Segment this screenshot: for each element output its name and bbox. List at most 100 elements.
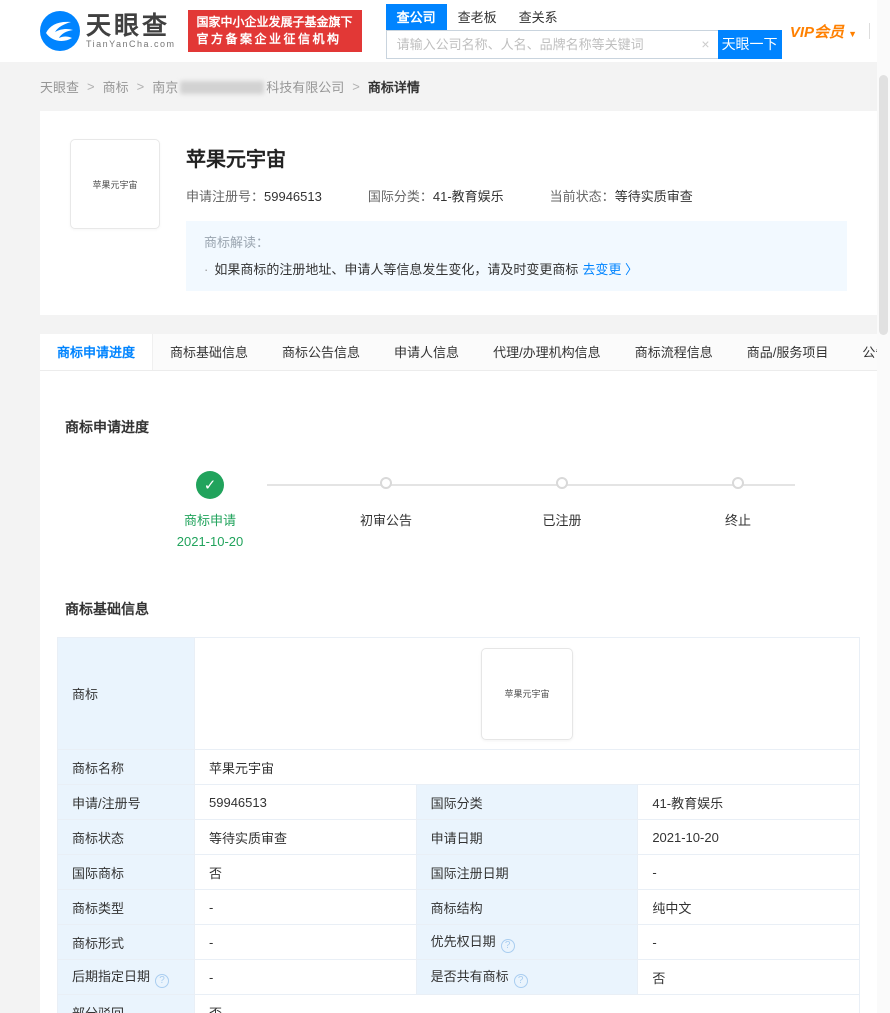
breadcrumb-separator: > — [352, 79, 360, 94]
tab-agency-info[interactable]: 代理/办理机构信息 — [476, 334, 618, 370]
step-registered: 已注册 — [474, 471, 650, 549]
breadcrumb-current: 商标详情 — [368, 77, 420, 96]
scrollbar[interactable] — [877, 0, 890, 1013]
tianyancha-logo[interactable]: 天眼查 TianYanCha.com — [40, 11, 176, 51]
site-header: 天眼查 TianYanCha.com 国家中小企业发展子基金旗下 官方备案企业征… — [0, 0, 890, 62]
basic-info-section-title: 商标基础信息 — [57, 599, 860, 619]
row-label: 申请/注册号 — [58, 785, 195, 820]
table-row: 部分驳回 否 — [58, 995, 860, 1013]
table-row: 后期指定日期? - 是否共有商标? 否 — [58, 960, 860, 995]
row-value: 59946513 — [195, 785, 417, 820]
step-application: ✓ 商标申请 2021-10-20 — [122, 471, 298, 549]
meta-intl-class: 国际分类：41-教育娱乐 — [368, 186, 504, 205]
table-row: 商标形式 - 优先权日期? - — [58, 925, 860, 960]
row-label: 优先权日期 — [431, 934, 496, 949]
step-date: 2021-10-20 — [177, 534, 244, 549]
search-input[interactable] — [386, 30, 718, 59]
row-label: 申请日期 — [416, 820, 638, 855]
trademark-meta: 申请注册号：59946513 国际分类：41-教育娱乐 当前状态：等待实质审查 — [186, 186, 847, 205]
row-value: - — [638, 925, 860, 960]
interpretation-tip: ·如果商标的注册地址、申请人等信息发生变化，请及时变更商标去变更 〉 — [204, 259, 829, 278]
tianyancha-logo-icon — [40, 11, 80, 51]
help-icon[interactable]: ? — [155, 974, 169, 988]
search-tab-relation[interactable]: 查关系 — [508, 4, 569, 30]
row-value: - — [638, 855, 860, 890]
search-tab-boss[interactable]: 查老板 — [447, 4, 508, 30]
badge-line2: 官方备案企业征信机构 — [197, 31, 353, 48]
step-preliminary-publication: 初审公告 — [298, 471, 474, 549]
row-label: 部分驳回 — [58, 995, 195, 1013]
breadcrumb-separator: > — [137, 79, 145, 94]
breadcrumb-home[interactable]: 天眼查 — [40, 77, 79, 96]
row-value: - — [195, 925, 417, 960]
table-row: 商标状态 等待实质审查 申请日期 2021-10-20 — [58, 820, 860, 855]
trademark-image[interactable]: 苹果元宇宙 — [70, 139, 160, 229]
header-right: VIP会员▼ 百 — [790, 0, 890, 62]
search-button[interactable]: 天眼一下 — [718, 30, 782, 59]
row-label: 商标状态 — [58, 820, 195, 855]
tab-basic-info[interactable]: 商标基础信息 — [153, 334, 265, 370]
basic-info-table: 商标 苹果元宇宙 商标名称 苹果元宇宙 申请/注册号 59946513 国际分类… — [57, 637, 860, 1013]
breadcrumb-trademark[interactable]: 商标 — [103, 77, 129, 96]
row-label: 商标形式 — [58, 925, 195, 960]
page-title: 苹果元宇宙 — [186, 143, 847, 172]
row-value: 否 — [195, 995, 860, 1013]
tab-goods-services[interactable]: 商品/服务项目 — [730, 334, 846, 370]
trademark-image-table[interactable]: 苹果元宇宙 — [481, 648, 573, 740]
tab-process-info[interactable]: 商标流程信息 — [618, 334, 730, 370]
table-row: 申请/注册号 59946513 国际分类 41-教育娱乐 — [58, 785, 860, 820]
row-label: 是否共有商标 — [431, 969, 509, 984]
chevron-down-icon: ▼ — [848, 29, 857, 39]
step-dot-icon — [556, 477, 568, 489]
interpretation-title: 商标解读： — [204, 232, 829, 251]
vip-menu[interactable]: VIP会员▼ — [790, 21, 857, 42]
scrollbar-thumb[interactable] — [879, 75, 888, 335]
trademark-interpretation-box: 商标解读： ·如果商标的注册地址、申请人等信息发生变化，请及时变更商标去变更 〉 — [186, 221, 847, 291]
search-tab-company[interactable]: 查公司 — [386, 4, 447, 30]
row-value: 等待实质审查 — [195, 820, 417, 855]
step-dot-icon — [732, 477, 744, 489]
row-value: 否 — [195, 855, 417, 890]
check-icon: ✓ — [196, 471, 224, 499]
detail-tabbar: 商标申请进度 商标基础信息 商标公告信息 申请人信息 代理/办理机构信息 商标流… — [40, 334, 877, 371]
row-value: - — [195, 960, 417, 995]
trademark-summary-card: 苹果元宇宙 苹果元宇宙 申请注册号：59946513 国际分类：41-教育娱乐 … — [40, 111, 877, 315]
header-divider — [869, 23, 870, 39]
tab-applicant-info[interactable]: 申请人信息 — [377, 334, 476, 370]
row-label: 国际分类 — [416, 785, 638, 820]
row-label: 国际注册日期 — [416, 855, 638, 890]
row-value: - — [195, 890, 417, 925]
redacted-company-name — [180, 81, 264, 94]
badge-line1: 国家中小企业发展子基金旗下 — [197, 14, 353, 31]
row-label: 后期指定日期 — [72, 969, 150, 984]
row-value: 纯中文 — [638, 890, 860, 925]
tab-announcement-info[interactable]: 商标公告信息 — [265, 334, 377, 370]
logo-domain: TianYanCha.com — [86, 39, 176, 49]
row-value: 否 — [638, 960, 860, 995]
row-value: 41-教育娱乐 — [638, 785, 860, 820]
logo-text: 天眼查 — [86, 13, 176, 39]
row-label: 商标 — [58, 638, 195, 750]
table-row: 国际商标 否 国际注册日期 - — [58, 855, 860, 890]
row-value: 2021-10-20 — [638, 820, 860, 855]
search-block: 查公司 查老板 查关系 × 天眼一下 — [386, 4, 782, 59]
search-tabs: 查公司 查老板 查关系 — [386, 4, 782, 30]
row-label: 商标结构 — [416, 890, 638, 925]
certification-badge: 国家中小企业发展子基金旗下 官方备案企业征信机构 — [188, 10, 362, 52]
meta-reg-number: 申请注册号：59946513 — [186, 186, 322, 205]
go-change-link[interactable]: 去变更 〉 — [582, 262, 638, 277]
row-label: 商标名称 — [58, 750, 195, 785]
row-label: 商标类型 — [58, 890, 195, 925]
clear-icon[interactable]: × — [701, 36, 709, 52]
progress-stepper: ✓ 商标申请 2021-10-20 初审公告 已注册 — [122, 471, 842, 549]
step-terminated: 终止 — [650, 471, 826, 549]
breadcrumb-company[interactable]: 南京科技有限公司 — [152, 77, 344, 96]
page: 天眼查 TianYanCha.com 国家中小企业发展子基金旗下 官方备案企业征… — [0, 0, 890, 1013]
help-icon[interactable]: ? — [501, 939, 515, 953]
table-row: 商标 苹果元宇宙 — [58, 638, 860, 750]
breadcrumb: 天眼查 > 商标 > 南京科技有限公司 > 商标详情 — [0, 62, 890, 111]
step-dot-icon — [380, 477, 392, 489]
row-value: 苹果元宇宙 — [195, 750, 860, 785]
help-icon[interactable]: ? — [514, 974, 528, 988]
tab-application-progress[interactable]: 商标申请进度 — [40, 334, 153, 370]
